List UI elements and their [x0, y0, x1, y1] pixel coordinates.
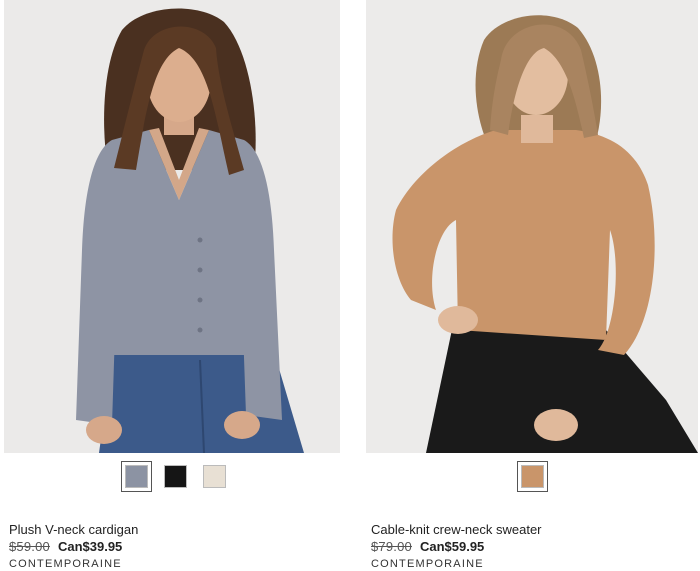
sale-price: Can$59.95: [419, 539, 485, 554]
swatch-tan[interactable]: [517, 461, 548, 492]
product-card: Cable-knit crew-neck sweater $79.00 Can$5…: [366, 0, 698, 570]
sale-price: Can$39.95: [57, 539, 123, 554]
product-image[interactable]: [366, 0, 698, 453]
product-image[interactable]: [4, 0, 340, 453]
product-name[interactable]: Cable-knit crew-neck sweater: [371, 522, 542, 537]
product-grid: Plush V-neck cardigan $59.00 Can$39.95 CO…: [0, 0, 700, 571]
product-card: Plush V-neck cardigan $59.00 Can$39.95 CO…: [4, 0, 340, 570]
price-row: $59.00 Can$39.95: [9, 539, 122, 554]
color-swatches: [517, 461, 548, 492]
original-price: $79.00: [371, 539, 412, 554]
brand-label: CONTEMPORAINE: [371, 558, 484, 570]
model-tan-sweater-image: [366, 0, 698, 453]
swatch-black[interactable]: [160, 461, 191, 492]
color-swatches: [121, 461, 230, 492]
original-price: $59.00: [9, 539, 50, 554]
swatch-grey[interactable]: [121, 461, 152, 492]
price-row: $79.00 Can$59.95: [371, 539, 484, 554]
model-grey-cardigan-image: [4, 0, 340, 453]
swatch-cream[interactable]: [199, 461, 230, 492]
brand-label: CONTEMPORAINE: [9, 558, 122, 570]
product-name[interactable]: Plush V-neck cardigan: [9, 522, 138, 537]
